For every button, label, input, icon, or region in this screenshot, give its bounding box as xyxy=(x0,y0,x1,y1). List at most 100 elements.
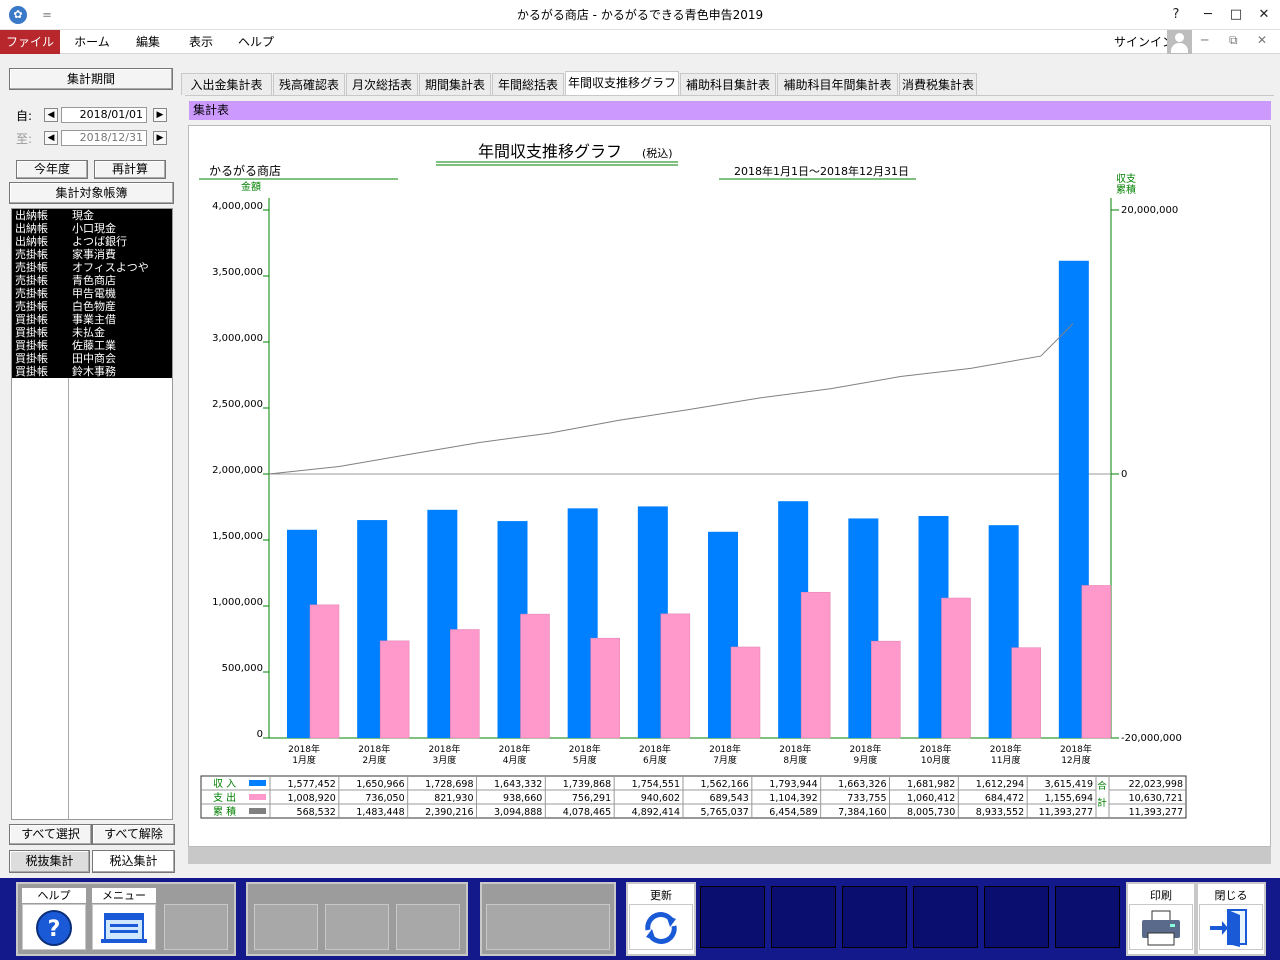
table-cell: 3,615,419 xyxy=(1045,779,1093,790)
ledger-list[interactable]: 出納帳 現金 出納帳 小口現金 出納帳 よつば銀行 売掛帳 家事消費 売掛帳 オフィスよつや 売掛帳… xyxy=(11,208,173,820)
print-button[interactable] xyxy=(1129,904,1193,950)
x-tick-year: 2018年 xyxy=(779,743,811,755)
recalc-button[interactable]: 再計算 xyxy=(94,160,166,179)
tab-7[interactable]: 補助科目年間集計表 xyxy=(777,73,898,95)
refresh-button[interactable] xyxy=(629,904,693,950)
ledger-item[interactable]: 売掛帳 家事消費 xyxy=(12,248,172,261)
ledger-name: 小口現金 xyxy=(72,222,116,235)
x-tick-month: 8月度 xyxy=(783,754,807,766)
select-all-button[interactable]: すべて選択 xyxy=(9,824,92,845)
ledger-type: 出納帳 xyxy=(15,209,48,222)
ledger-type: 買掛帳 xyxy=(15,313,48,326)
to-prev-arrow-icon[interactable]: ◀ xyxy=(44,131,58,145)
ledger-item[interactable]: 出納帳 よつば銀行 xyxy=(12,235,172,248)
from-date-input[interactable]: 2018/01/01 xyxy=(61,107,147,123)
ribbon-minimize-icon[interactable]: ─ xyxy=(1201,33,1208,47)
help-button[interactable]: ? xyxy=(22,904,86,950)
ledger-item[interactable]: 買掛帳 佐藤工業 xyxy=(12,339,172,352)
table-cell: 1,060,412 xyxy=(907,793,955,804)
user-avatar-icon[interactable] xyxy=(1167,30,1192,54)
period-label: 2018年1月1日～2018年12月31日 xyxy=(734,164,909,178)
menu-button[interactable] xyxy=(92,904,156,950)
expense-bar xyxy=(309,604,340,739)
table-cell: 1,754,551 xyxy=(632,779,680,790)
ledger-item[interactable]: 売掛帳 白色物産 xyxy=(12,300,172,313)
ledger-header: 集計対象帳簿 xyxy=(9,182,174,204)
ledger-type: 買掛帳 xyxy=(15,352,48,365)
help-icon[interactable]: ? xyxy=(1160,0,1192,30)
tax-excluded-tab[interactable]: 税抜集計 xyxy=(9,850,90,873)
menu-home[interactable]: ホーム xyxy=(62,30,122,54)
table-cell: 1,155,694 xyxy=(1045,793,1093,804)
table-cell: 756,291 xyxy=(572,793,611,804)
toolbar-group-3 xyxy=(480,882,616,956)
ledger-item[interactable]: 出納帳 現金 xyxy=(12,209,172,222)
tab-2[interactable]: 月次総括表 xyxy=(346,73,418,95)
close-app-button[interactable] xyxy=(1199,904,1263,950)
to-date-input[interactable]: 2018/12/31 xyxy=(61,130,147,146)
section-title: 集計表 xyxy=(189,101,1271,120)
ledger-name: 家事消費 xyxy=(72,248,116,261)
table-cell: 1,643,332 xyxy=(494,779,542,790)
table-cell: 6,454,589 xyxy=(769,807,817,818)
tab-3[interactable]: 期間集計表 xyxy=(419,73,491,95)
x-tick-month: 6月度 xyxy=(643,754,667,766)
ledger-item[interactable]: 売掛帳 オフィスよつや xyxy=(12,261,172,274)
ledger-type: 売掛帳 xyxy=(15,287,48,300)
table-cell: 1,728,698 xyxy=(425,779,473,790)
ledger-item[interactable]: 出納帳 小口現金 xyxy=(12,222,172,235)
menu-bar: ファイル ホーム 編集 表示 ヘルプ サインイン ─ ⧉ ✕ xyxy=(0,30,1280,54)
signin-link[interactable]: サインイン xyxy=(1114,33,1174,51)
ledger-item[interactable]: 売掛帳 甲告電機 xyxy=(12,287,172,300)
empty-slot xyxy=(164,904,228,950)
tab-4[interactable]: 年間総括表 xyxy=(492,73,564,95)
menu-edit[interactable]: 編集 xyxy=(122,30,174,54)
menu-file[interactable]: ファイル xyxy=(0,30,60,54)
menu-view[interactable]: 表示 xyxy=(175,30,227,54)
ribbon-close-icon[interactable]: ✕ xyxy=(1257,33,1267,47)
expense-bar xyxy=(450,629,480,739)
y-axis-label: 金額 xyxy=(241,180,261,193)
y2-axis-label-1: 収支 xyxy=(1116,173,1136,185)
this-year-button[interactable]: 今年度 xyxy=(16,160,88,179)
from-next-arrow-icon[interactable]: ▶ xyxy=(153,108,167,122)
table-cell: 1,104,392 xyxy=(769,793,817,804)
from-prev-arrow-icon[interactable]: ◀ xyxy=(44,108,58,122)
close-button[interactable]: ✕ xyxy=(1248,0,1280,30)
cumulative-line xyxy=(268,323,1074,475)
ledger-item[interactable]: 買掛帳 未払金 xyxy=(12,326,172,339)
tax-included-tab[interactable]: 税込集計 xyxy=(92,850,175,873)
table-cell: 821,930 xyxy=(434,793,473,804)
to-next-arrow-icon[interactable]: ▶ xyxy=(153,131,167,145)
menu-help[interactable]: ヘルプ xyxy=(228,30,284,54)
y-tick-label: 2,500,000 xyxy=(212,399,263,410)
x-tick-month: 11月度 xyxy=(991,754,1020,766)
empty-slot xyxy=(1055,886,1120,948)
x-tick-year: 2018年 xyxy=(990,743,1022,755)
toolbar-group-2 xyxy=(246,882,468,956)
x-tick-year: 2018年 xyxy=(920,743,952,755)
y2-tick-label: 20,000,000 xyxy=(1121,205,1178,216)
ledger-item[interactable]: 買掛帳 鈴木事務 xyxy=(12,365,172,378)
ledger-item[interactable]: 買掛帳 田中商会 xyxy=(12,352,172,365)
deselect-all-button[interactable]: すべて解除 xyxy=(92,824,175,845)
y-tick-label: 3,500,000 xyxy=(212,267,263,278)
tab-1[interactable]: 残高確認表 xyxy=(273,73,345,95)
ledger-item[interactable]: 売掛帳 青色商店 xyxy=(12,274,172,287)
x-tick-year: 2018年 xyxy=(288,743,320,755)
ribbon-restore-icon[interactable]: ⧉ xyxy=(1229,33,1238,48)
table-total: 10,630,721 xyxy=(1129,793,1183,804)
ledger-type: 買掛帳 xyxy=(15,339,48,352)
tab-0[interactable]: 入出金集計表 xyxy=(181,73,272,95)
expense-bar xyxy=(379,640,410,739)
menu-icon xyxy=(101,913,147,943)
to-label: 至: xyxy=(16,132,33,146)
ledger-item[interactable]: 買掛帳 事業主借 xyxy=(12,313,172,326)
table-cell: 568,532 xyxy=(297,807,336,818)
tab-6[interactable]: 補助科目集計表 xyxy=(680,73,776,95)
tab-8[interactable]: 消費税集計表 xyxy=(899,73,977,95)
tab-divider xyxy=(185,95,1274,96)
empty-slot xyxy=(984,886,1049,948)
y2-tick-label: 0 xyxy=(1121,469,1127,480)
tab-5[interactable]: 年間収支推移グラフ xyxy=(565,71,679,96)
